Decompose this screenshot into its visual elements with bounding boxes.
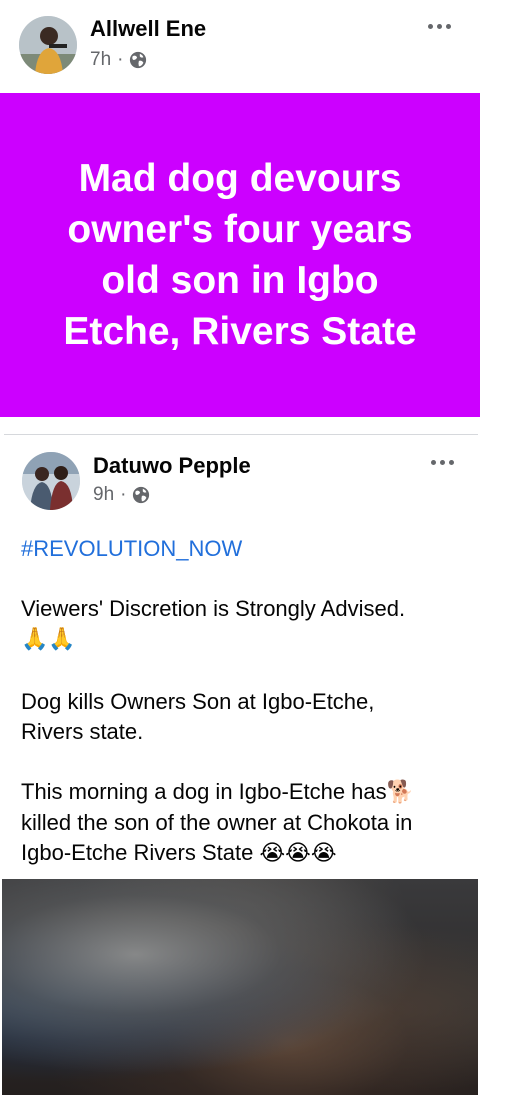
globe-icon[interactable] <box>132 486 150 504</box>
post-text: This morning a dog in Igbo-Etche has <box>21 779 387 804</box>
praying-hands-emoji: 🙏🙏 <box>21 627 76 652</box>
post-header: Datuwo Pepple 9h · <box>0 450 516 520</box>
meta-separator: · <box>120 484 127 505</box>
post-text: Dog kills Owners Son at Igbo-Etche, Rive… <box>21 689 375 744</box>
text-post-content: Mad dog devours owner's four years old s… <box>63 157 417 353</box>
more-options-button[interactable] <box>419 14 459 38</box>
more-dot <box>436 23 442 29</box>
post-paragraph: Viewers' Discretion is Strongly Advised.… <box>21 594 491 655</box>
globe-icon[interactable] <box>129 51 147 69</box>
hashtag-link[interactable]: #REVOLUTION_NOW <box>21 536 242 561</box>
post-paragraph: Dog kills Owners Son at Igbo-Etche, Rive… <box>21 687 421 747</box>
more-dot <box>448 459 454 465</box>
post-divider <box>4 434 478 435</box>
text-post-card[interactable]: Mad dog devours owner's four years old s… <box>0 93 480 417</box>
post-media-image[interactable] <box>2 879 478 1095</box>
more-horizontal-icon <box>427 23 433 29</box>
author-avatar[interactable] <box>22 452 80 510</box>
more-dot <box>439 459 445 465</box>
dog-emoji: 🐕 <box>386 780 415 805</box>
post-text: killed the son of the owner at Chokota i… <box>21 810 413 865</box>
post-meta: 9h · <box>93 484 150 506</box>
post-paragraph: This morning a dog in Igbo-Etche has🐕 ki… <box>21 777 461 869</box>
post-time[interactable]: 9h <box>93 484 114 506</box>
more-dot <box>445 23 451 29</box>
meta-separator: · <box>117 49 124 70</box>
post-time[interactable]: 7h <box>90 49 111 71</box>
avatar-image <box>19 16 77 74</box>
post-meta: 7h · <box>90 49 147 71</box>
author-name[interactable]: Allwell Ene <box>90 16 206 42</box>
author-name[interactable]: Datuwo Pepple <box>93 453 251 479</box>
more-horizontal-icon <box>430 459 436 465</box>
post-header: Allwell Ene 7h · <box>0 0 516 74</box>
post-hashtag-line: #REVOLUTION_NOW <box>21 534 491 564</box>
crying-emoji: 😭😭😭 <box>259 841 337 866</box>
avatar-image <box>22 452 80 510</box>
more-options-button[interactable] <box>422 450 462 474</box>
post-text: Viewers' Discretion is Strongly Advised. <box>21 596 406 621</box>
author-avatar[interactable] <box>19 16 77 74</box>
